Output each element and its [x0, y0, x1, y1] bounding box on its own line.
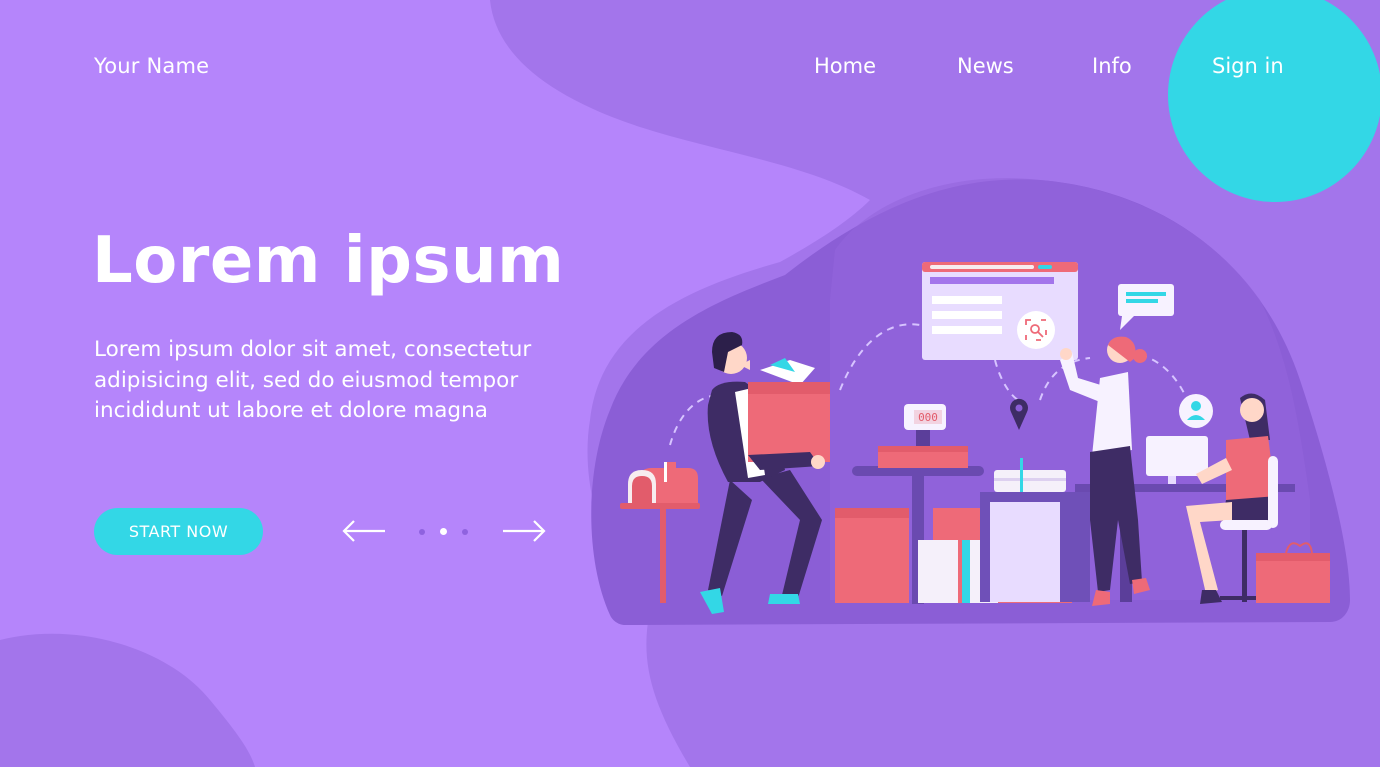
- hero-illustration: 000: [620, 262, 1330, 614]
- mailbox-icon: [620, 462, 700, 603]
- chat-bubble-icon: [1118, 284, 1174, 330]
- man-carrying-box-figure: [700, 332, 830, 614]
- browser-window-illustration: [922, 262, 1078, 360]
- location-pin-icon: [1010, 398, 1028, 430]
- scale-readout: 000: [918, 411, 938, 424]
- user-avatar-icon: [1179, 394, 1213, 428]
- seated-woman-figure: [1146, 393, 1330, 604]
